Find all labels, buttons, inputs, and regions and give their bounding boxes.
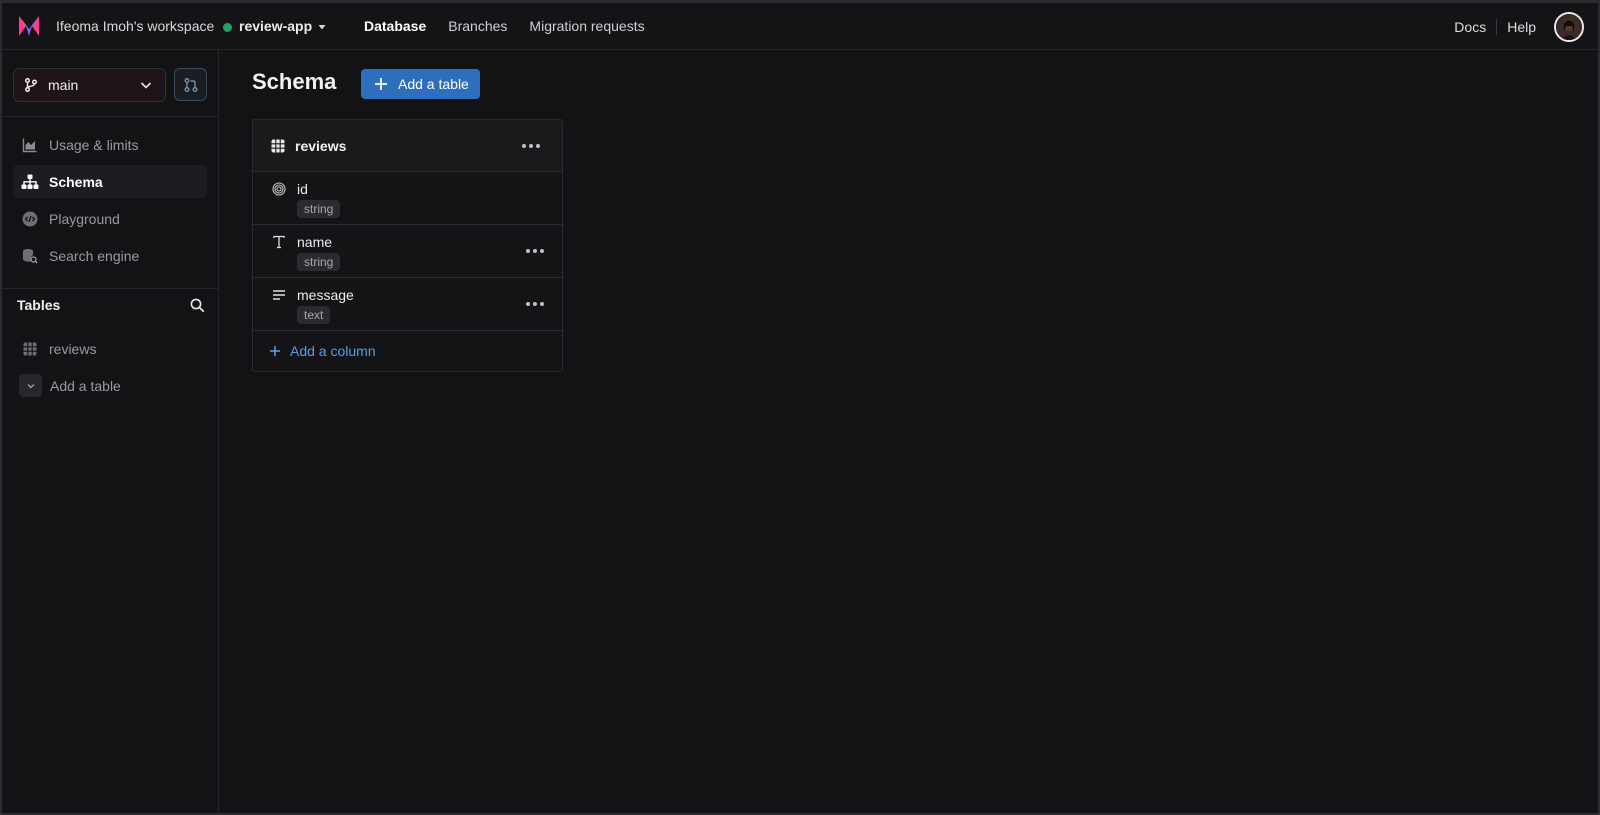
sidebar-item-search-engine[interactable]: Search engine	[13, 239, 207, 272]
fingerprint-icon	[271, 181, 287, 197]
database-status-dot	[223, 23, 232, 32]
schema-icon	[21, 173, 39, 191]
column-row-id: id string	[253, 172, 562, 225]
table-options-icon[interactable]	[520, 138, 542, 154]
plus-icon	[270, 346, 280, 356]
sidebar-item-usage-limits[interactable]: Usage & limits	[13, 128, 207, 161]
help-link[interactable]: Help	[1507, 19, 1536, 35]
column-row-name: name string	[253, 225, 562, 278]
nav-branches[interactable]: Branches	[448, 18, 507, 34]
playground-icon	[21, 210, 39, 228]
column-name: name	[297, 234, 333, 250]
search-icon[interactable]	[190, 298, 205, 313]
database-selector[interactable]: review-app	[239, 18, 312, 34]
add-table-button-label: Add a table	[398, 76, 469, 92]
page-title: Schema	[252, 69, 337, 94]
divider	[1496, 19, 1498, 35]
app-frame: Ifeoma Imoh's workspace review-app Datab…	[0, 0, 1600, 815]
table-card-reviews: reviews id string name string message te…	[252, 119, 563, 372]
sidebar-item-label: Usage & limits	[49, 136, 139, 153]
paragraph-icon	[271, 287, 287, 303]
sidebar: main Usage & limits Schema Playground Se…	[2, 50, 219, 813]
avatar[interactable]	[1554, 12, 1584, 42]
sidebar-item-schema[interactable]: Schema	[13, 165, 207, 198]
column-type-badge: text	[297, 306, 331, 324]
tables-header: Tables	[17, 297, 205, 313]
branch-icon	[24, 78, 38, 92]
logo-icon[interactable]	[18, 15, 40, 37]
add-table-button[interactable]: Add a table	[361, 69, 480, 99]
sidebar-item-label: Search engine	[49, 247, 140, 264]
nav-database[interactable]: Database	[364, 18, 426, 34]
sidebar-divider	[2, 116, 218, 117]
nav-migration-requests[interactable]: Migration requests	[529, 18, 644, 34]
add-column-label: Add a column	[290, 343, 376, 359]
sidebar-table-reviews[interactable]: reviews	[13, 332, 207, 365]
tables-title: Tables	[17, 297, 61, 313]
sidebar-item-label: Playground	[49, 210, 120, 227]
sidebar-menu: Usage & limits Schema Playground Search …	[13, 128, 207, 276]
text-icon	[271, 234, 287, 250]
sidebar-divider	[2, 288, 218, 289]
table-name: reviews	[295, 137, 347, 154]
top-bar: Ifeoma Imoh's workspace review-app Datab…	[2, 3, 1598, 50]
main-nav: Database Branches Migration requests	[364, 18, 645, 34]
add-column-button[interactable]: Add a column	[253, 331, 562, 371]
compare-branches-button[interactable]	[174, 68, 207, 101]
column-type-badge: string	[297, 200, 341, 218]
column-name: id	[297, 181, 308, 197]
caret-down-icon[interactable]	[316, 21, 328, 33]
table-grid-icon	[21, 340, 39, 358]
user-avatar-icon	[1556, 14, 1582, 40]
column-options-icon[interactable]	[524, 243, 546, 259]
search-engine-icon	[21, 247, 39, 265]
column-type-badge: string	[297, 253, 341, 271]
column-options-icon[interactable]	[524, 296, 546, 312]
top-right-actions: Docs Help	[1454, 12, 1584, 42]
plus-icon	[375, 78, 387, 90]
sidebar-add-table[interactable]: Add a table	[13, 369, 207, 402]
chevron-down-icon	[19, 374, 42, 397]
table-grid-icon	[271, 139, 285, 152]
branch-name: main	[48, 77, 79, 93]
column-row-message: message text	[253, 278, 562, 331]
docs-link[interactable]: Docs	[1454, 19, 1486, 35]
branch-select[interactable]: main	[13, 68, 166, 102]
add-table-label: Add a table	[50, 377, 121, 394]
sidebar-item-label: Schema	[49, 173, 103, 190]
git-compare-icon	[184, 77, 197, 92]
column-name: message	[297, 287, 354, 303]
table-card-header: reviews	[253, 120, 562, 172]
chart-icon	[21, 136, 39, 154]
table-list: reviews Add a table	[13, 332, 207, 406]
table-item-label: reviews	[49, 340, 97, 357]
chevron-down-icon	[140, 82, 152, 89]
workspace-name[interactable]: Ifeoma Imoh's workspace	[56, 18, 214, 34]
sidebar-item-playground[interactable]: Playground	[13, 202, 207, 235]
